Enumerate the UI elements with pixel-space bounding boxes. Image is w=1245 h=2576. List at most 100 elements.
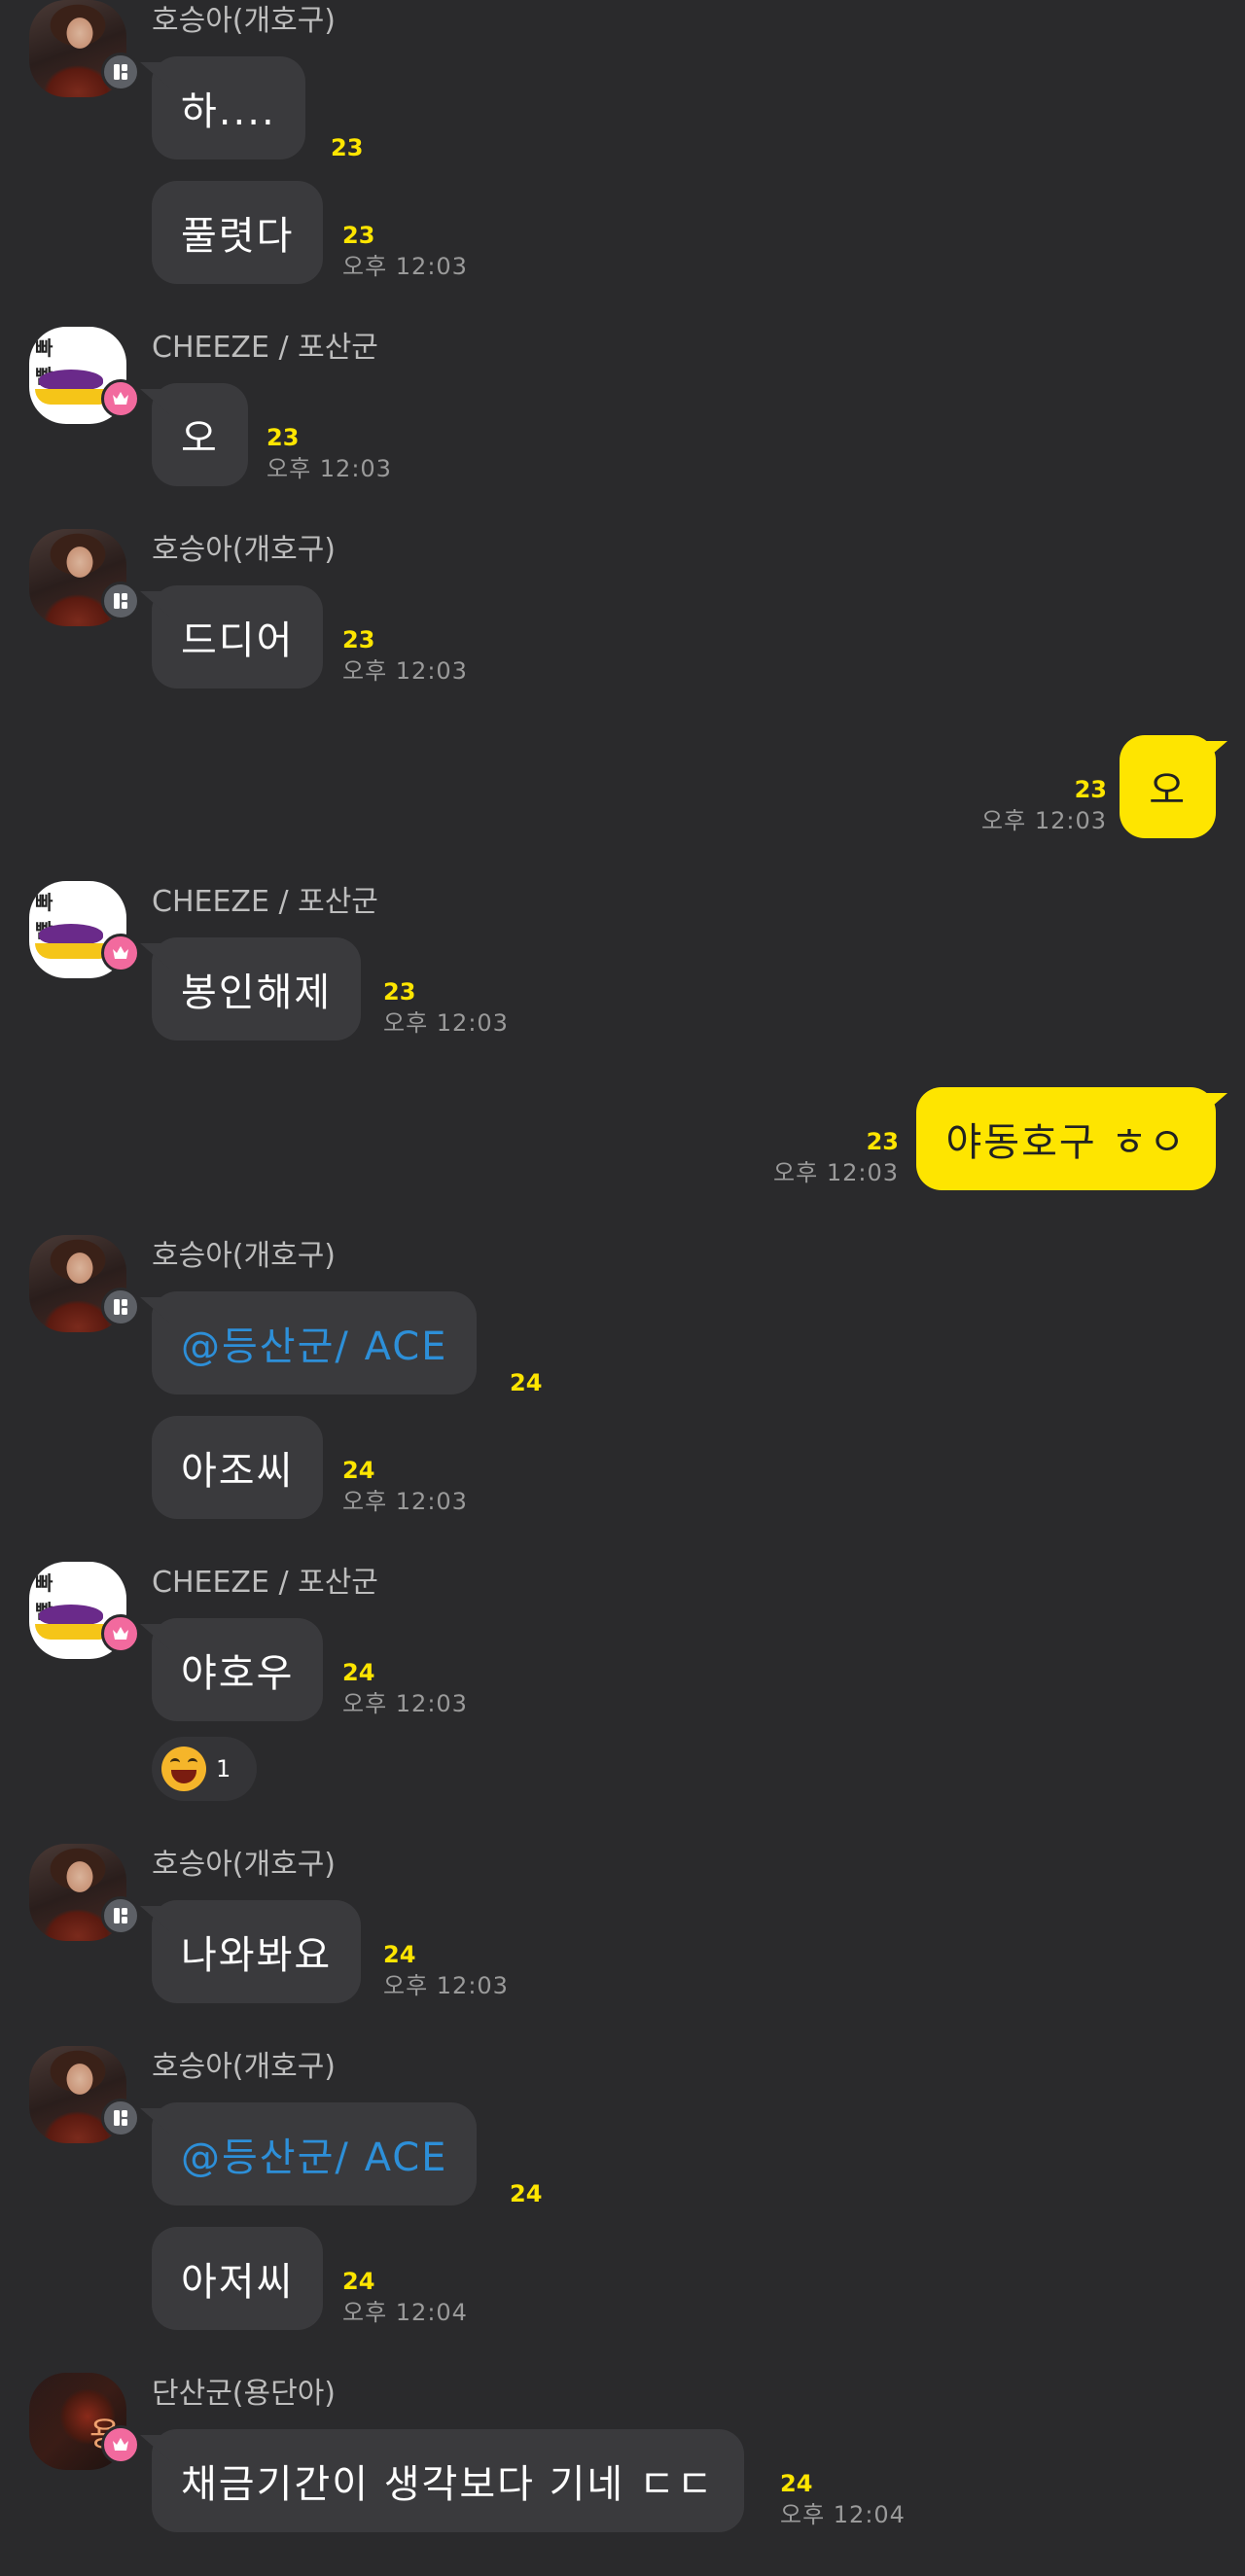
avatar-art <box>39 1605 103 1626</box>
sender-name: 호승아(개호구) <box>152 2050 337 2084</box>
message-text: 풀렷다 <box>181 214 295 259</box>
avatar[interactable] <box>29 2046 140 2143</box>
my-message-bubble[interactable]: 오 <box>1120 735 1216 838</box>
message-bubble[interactable]: 봉인해제 <box>152 937 362 1041</box>
manager-badge-icon <box>101 1288 140 1326</box>
mention-link[interactable]: @등산군/ ACE <box>181 2126 447 2182</box>
message-meta: 24 오후 12:03 <box>383 1939 509 2001</box>
chat-room[interactable]: 호승아(개호구) 하.... 23 풀렷다 23 오후 12:03 빠 빰 CH… <box>0 0 1245 2576</box>
unread-count: 24 <box>510 1369 543 1396</box>
reaction-count: 1 <box>216 1755 231 1782</box>
sender-name: CHEEZE / 포산군 <box>152 1566 378 1600</box>
message-time: 오후 12:03 <box>342 657 468 685</box>
message-meta: 23 오후 12:03 <box>981 774 1107 836</box>
message-time: 오후 12:03 <box>773 1159 899 1186</box>
message-text: 나와봐요 <box>181 1933 333 1978</box>
message-meta: 23 오후 12:03 <box>383 976 509 1039</box>
unread-count: 23 <box>267 424 300 451</box>
avatar[interactable]: 용 <box>29 2373 140 2470</box>
message-bubble[interactable]: 야호우 <box>152 1618 324 1721</box>
message-bubble[interactable]: 드디어 <box>152 585 324 688</box>
mention-link[interactable]: @등산군/ ACE <box>181 1315 447 1371</box>
message-meta: 24 <box>510 1367 542 1398</box>
unread-count: 23 <box>342 222 375 249</box>
unread-count: 23 <box>1074 776 1107 803</box>
avatar[interactable]: 빠 빰 <box>29 327 140 424</box>
sender-name: 호승아(개호구) <box>152 1239 337 1273</box>
crown-badge-icon <box>101 379 140 418</box>
unread-count: 24 <box>780 2470 813 2497</box>
unread-count: 24 <box>342 2268 375 2295</box>
sender-name: 단산군(용단아) <box>152 2377 337 2411</box>
crown-badge-icon <box>101 2425 140 2464</box>
avatar-art <box>39 924 103 945</box>
sender-name: 호승아(개호구) <box>152 4 337 38</box>
message-meta: 24 <box>510 2178 542 2209</box>
manager-badge-icon <box>101 1896 140 1935</box>
avatar[interactable] <box>29 1235 140 1332</box>
message-meta: 23 오후 12:03 <box>342 220 468 282</box>
avatar[interactable] <box>29 529 140 626</box>
laughing-emoji-icon <box>161 1747 206 1791</box>
message-meta: 24 오후 12:04 <box>342 2266 468 2328</box>
message-bubble[interactable]: 아저씨 <box>152 2227 324 2330</box>
message-time: 오후 12:03 <box>342 1488 468 1515</box>
message-text: 아조씨 <box>181 1449 295 1494</box>
message-time: 오후 12:03 <box>383 1009 509 1037</box>
sender-name: CHEEZE / 포산군 <box>152 331 378 365</box>
message-text: 야호우 <box>181 1651 295 1696</box>
manager-badge-icon <box>101 582 140 620</box>
message-meta: 24 오후 12:04 <box>780 2468 906 2530</box>
message-meta: 23 <box>331 132 363 163</box>
sender-name: 호승아(개호구) <box>152 1848 337 1882</box>
message-meta: 24 오후 12:03 <box>342 1455 468 1517</box>
unread-count: 23 <box>331 134 364 161</box>
unread-count: 24 <box>342 1659 375 1686</box>
message-text: 아저씨 <box>181 2260 295 2305</box>
crown-badge-icon <box>101 1614 140 1653</box>
message-text: 하.... <box>181 89 276 134</box>
message-bubble[interactable]: 아조씨 <box>152 1416 324 1519</box>
message-text: 봉인해제 <box>181 970 333 1015</box>
my-message-bubble[interactable]: 야동호구 ㅎㅇ <box>916 1087 1216 1190</box>
reaction-chip[interactable]: 1 <box>152 1737 257 1801</box>
message-time: 오후 12:03 <box>981 807 1107 834</box>
message-time: 오후 12:03 <box>267 455 392 482</box>
message-meta: 23 오후 12:03 <box>773 1126 899 1188</box>
manager-badge-icon <box>101 2099 140 2137</box>
avatar-art <box>39 370 103 391</box>
message-time: 오후 12:04 <box>780 2501 906 2528</box>
message-text: 야동호구 ㅎㅇ <box>945 1120 1187 1165</box>
mention-message-bubble[interactable]: @등산군/ ACE <box>152 1291 478 1394</box>
mention-message-bubble[interactable]: @등산군/ ACE <box>152 2102 478 2205</box>
message-time: 오후 12:03 <box>383 1972 509 1999</box>
message-meta: 23 오후 12:03 <box>267 422 392 484</box>
unread-count: 24 <box>510 2180 543 2207</box>
unread-count: 23 <box>342 626 375 653</box>
message-bubble[interactable]: 풀렷다 <box>152 181 324 284</box>
manager-badge-icon <box>101 53 140 91</box>
message-text: 오 <box>181 416 219 461</box>
message-time: 오후 12:03 <box>342 1690 468 1717</box>
message-bubble[interactable]: 나와봐요 <box>152 1900 362 2003</box>
message-meta: 24 오후 12:03 <box>342 1657 468 1719</box>
sender-name: 호승아(개호구) <box>152 533 337 567</box>
sender-name: CHEEZE / 포산군 <box>152 885 378 919</box>
message-time: 오후 12:03 <box>342 253 468 280</box>
message-text: 드디어 <box>181 618 295 663</box>
crown-badge-icon <box>101 934 140 972</box>
message-time: 오후 12:04 <box>342 2299 468 2326</box>
avatar[interactable] <box>29 1844 140 1941</box>
unread-count: 23 <box>383 978 416 1006</box>
message-bubble[interactable]: 채금기간이 생각보다 기네 ㄷㄷ <box>152 2429 744 2532</box>
avatar[interactable]: 빠 빰 <box>29 1562 140 1659</box>
unread-count: 23 <box>866 1128 899 1155</box>
message-bubble[interactable]: 오 <box>152 383 248 486</box>
message-text: 채금기간이 생각보다 기네 ㄷㄷ <box>181 2462 715 2507</box>
avatar[interactable] <box>29 0 140 97</box>
message-meta: 23 오후 12:03 <box>342 624 468 687</box>
unread-count: 24 <box>342 1457 375 1484</box>
avatar[interactable]: 빠 빰 <box>29 881 140 978</box>
message-text: 오 <box>1149 768 1187 813</box>
message-bubble[interactable]: 하.... <box>152 56 305 159</box>
